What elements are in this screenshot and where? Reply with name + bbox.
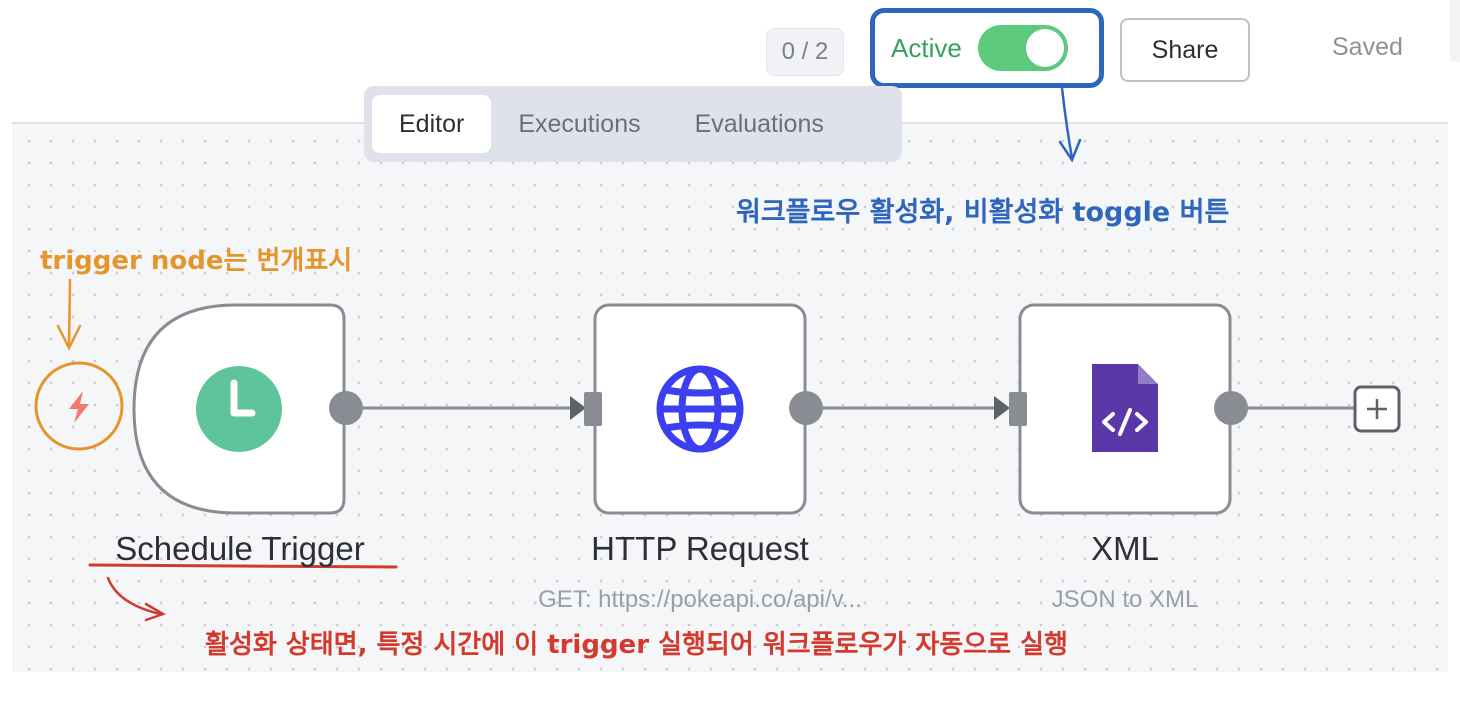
bolt-icon [69,391,89,423]
add-node-button[interactable] [1353,385,1401,433]
node-subtitle-http-request: GET: https://pokeapi.co/api/v... [538,586,862,613]
annotation-toggle-note: 워크플로우 활성화, 비활성화 toggle 버튼 [736,197,1230,228]
xml-file-icon [1092,364,1158,452]
annotation-schedule-note: 활성화 상태면, 특정 시간에 이 trigger 실행되어 워크플로우가 자동… [205,630,1068,660]
output-handle-xml[interactable] [1214,391,1248,425]
node-xml[interactable] [1009,303,1232,515]
connection-http-to-xml [806,396,1010,420]
tab-evaluations[interactable]: Evaluations [668,95,851,153]
input-handle-xml [1009,392,1027,426]
connection-trigger-to-http [346,396,586,420]
node-title-xml: XML [1091,530,1159,567]
trigger-bolt-marker [34,361,124,451]
clock-icon [196,366,282,452]
annotation-arrow-red [106,576,166,622]
tab-editor[interactable]: Editor [372,95,492,153]
node-schedule-trigger[interactable] [132,303,346,515]
annotation-arrow-orange [56,278,82,351]
annotation-arrow-blue [1058,86,1082,163]
output-handle-http[interactable] [789,391,823,425]
output-handle-schedule[interactable] [329,391,363,425]
input-handle-http [584,392,602,426]
view-tabs: Editor Executions Evaluations [364,86,902,162]
node-subtitle-xml: JSON to XML [1051,586,1199,613]
node-title-http-request: HTTP Request [591,530,809,567]
tab-executions[interactable]: Executions [491,95,667,153]
node-title-schedule-trigger: Schedule Trigger [115,530,365,567]
node-http-request[interactable] [584,303,807,515]
annotation-trigger-note: trigger node는 번개표시 [40,246,353,276]
